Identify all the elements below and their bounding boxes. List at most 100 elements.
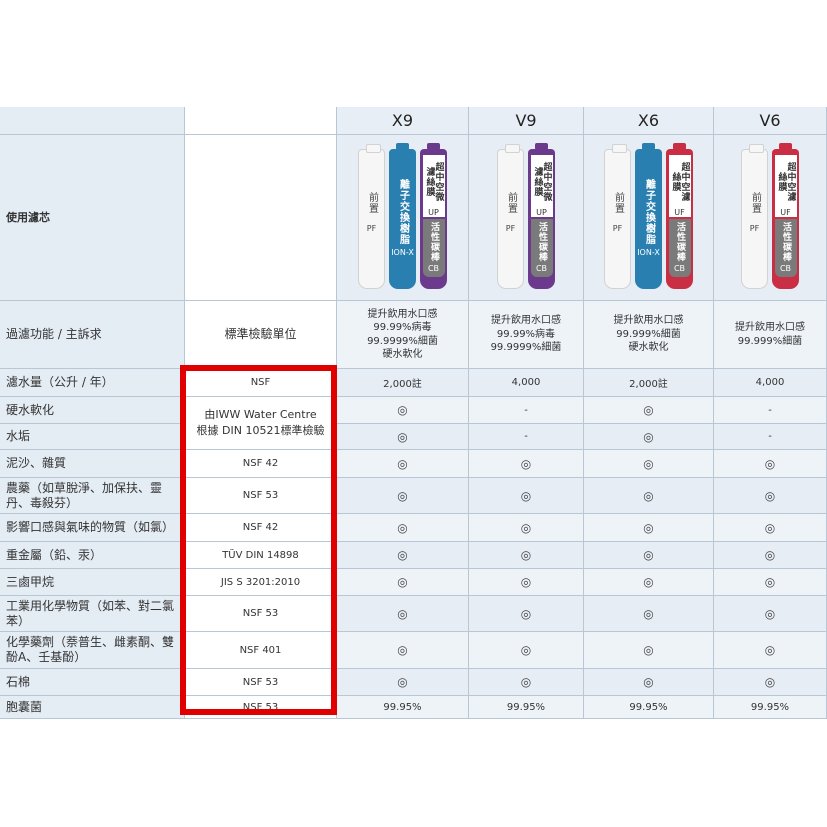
merged-standard-cell: 由IWW Water Centre 根據 DIN 10521標準檢驗 [185, 397, 337, 450]
value-cell-x6: ◎ [584, 596, 714, 632]
prefilter-label: 前置 [749, 192, 761, 214]
header-product-v9: V9 [469, 107, 584, 135]
value-cell-x9: ◎ [337, 478, 469, 514]
standard-cell: NSF 53 [185, 596, 337, 632]
prefilter-cartridge-icon: 前置 PF [358, 144, 385, 289]
value-cell-v6: 4,000 [714, 369, 827, 397]
standard-cell: NSF 53 [185, 478, 337, 514]
up-segment: 超中空微濾絲膜 UP [422, 155, 445, 217]
cb-label: 活性碳棒 [781, 222, 791, 262]
function-list: 提升飲用水口感 99.99%病毒 99.9999%細菌 [491, 314, 562, 355]
header-product-x9: X9 [337, 107, 469, 135]
cell-value: ◎ [520, 675, 532, 689]
value-cell-x9: 99.95% [337, 696, 469, 719]
row-label: 影響口感與氣味的物質（如氯） [6, 520, 175, 534]
function-line: 提升飲用水口感 [735, 322, 805, 333]
cell-value: ◎ [397, 456, 408, 471]
standard-cell: NSF [185, 369, 337, 397]
value-cell-v9: - [469, 397, 584, 424]
row-label: 三鹵甲烷 [6, 574, 55, 589]
cell-value: ◎ [764, 606, 776, 621]
standard-value: NSF 53 [242, 608, 279, 619]
header-product-x6: X6 [584, 107, 714, 135]
row-label: 重金屬（鉛、汞） [6, 547, 103, 562]
prefilter-label: 前置 [505, 192, 517, 214]
filter-cartridges: 前置 PF 離子交換樹脂 ION-X 超中空微濾絲膜 UP 活性碳棒 CB [337, 135, 468, 300]
function-line: 99.999%細菌 [737, 335, 803, 347]
cell-value: ◎ [764, 456, 776, 471]
cell-value: ◎ [520, 606, 532, 621]
function-line: 提升飲用水口感 [490, 315, 561, 327]
prefilter-cartridge-icon: 前置 PF [604, 144, 631, 289]
row-label: 化學藥劑（萘普生、雌素酮、雙酚A、壬基酚） [6, 635, 175, 664]
product-name: V9 [515, 111, 537, 130]
standard-cell: NSF 401 [185, 632, 337, 669]
value-cell-x6: ◎ [584, 542, 714, 569]
filter-cartridges: 前置 PF 離子交換樹脂 ION-X 超中空濾絲膜 UF 活性碳棒 CB [584, 135, 713, 300]
cb-code: CB [673, 264, 686, 273]
function-row-label-cell: 過濾功能 / 主訴求 [0, 301, 185, 369]
standard-value: TÜV DIN 14898 [222, 549, 299, 561]
cell-value: ◎ [643, 456, 654, 471]
up-cb-cartridge-icon: 超中空微濾絲膜 UP 活性碳棒 CB [420, 143, 447, 289]
cb-label: 活性碳棒 [429, 222, 439, 262]
value-cell-x9: ◎ [337, 669, 469, 696]
row-label: 濾水量（公升 / 年） [6, 375, 114, 389]
value-cell-v6: ◎ [714, 632, 827, 669]
uf-cb-cartridge-icon: 超中空濾絲膜 UF 活性碳棒 CB [666, 143, 693, 289]
row-label-cell: 重金屬（鉛、汞） [0, 542, 185, 569]
cell-value: ◎ [643, 675, 654, 689]
cb-segment: 活性碳棒 CB [422, 219, 445, 277]
function-line: 提升飲用水口感 [613, 315, 684, 327]
cb-segment: 活性碳棒 CB [668, 219, 691, 277]
iww-line: 由IWW Water Centre [204, 408, 317, 422]
function-row-standard-cell: 標準檢驗單位 [185, 301, 337, 369]
up-code: UP [428, 208, 439, 217]
value-cell-v9: ◎ [469, 596, 584, 632]
cell-value: ◎ [643, 548, 654, 562]
product-name: V6 [759, 111, 781, 130]
cb-code: CB [427, 264, 440, 273]
uf-label: 超中空濾絲膜 [776, 161, 796, 202]
function-list: 提升飲用水口感 99.99%病毒 99.9999%細菌 硬水軟化 [367, 308, 438, 362]
row-label: 胞囊菌 [6, 699, 43, 714]
value-cell-v6: ◎ [714, 478, 827, 514]
value-cell-x9: ◎ [337, 424, 469, 450]
filters-cell-x6: 前置 PF 離子交換樹脂 ION-X 超中空濾絲膜 UF 活性碳棒 CB [584, 135, 714, 301]
uf-code: UF [674, 208, 685, 217]
value-cell-x6: ◎ [584, 478, 714, 514]
prefilter-cartridge-icon: 前置 PF [497, 144, 524, 289]
standard-value: NSF 53 [242, 701, 279, 713]
prefilter-code: PF [612, 224, 623, 233]
value-cell-v6: 99.95% [714, 696, 827, 719]
cell-value: 4,000 [511, 377, 541, 388]
row-label-cell: 石棉 [0, 669, 185, 696]
function-line: 99.9999%細菌 [367, 335, 438, 347]
cell-value: ◎ [397, 403, 408, 417]
standard-value: NSF 42 [242, 458, 279, 469]
value-cell-x6: ◎ [584, 514, 714, 542]
cell-value: ◎ [397, 548, 408, 562]
cell-value: ◎ [520, 575, 532, 589]
value-cell-x9: ◎ [337, 514, 469, 542]
value-cell-v9: ◎ [469, 632, 584, 669]
up-segment: 超中空微濾絲膜 UP [530, 155, 553, 217]
cell-value: 99.95% [506, 701, 546, 713]
cell-value: ◎ [643, 403, 654, 417]
standard-cell: NSF 53 [185, 696, 337, 719]
uf-segment: 超中空濾絲膜 UF [774, 155, 797, 217]
function-line: 硬水軟化 [382, 349, 423, 360]
value-cell-x9: ◎ [337, 632, 469, 669]
value-cell-v9: ◎ [469, 542, 584, 569]
function-line: 99.999%細菌 [616, 328, 681, 340]
cell-value: ◎ [764, 575, 776, 589]
cb-label: 活性碳棒 [675, 222, 685, 262]
row-label-cell: 硬水軟化 [0, 397, 185, 424]
value-cell-v9: ◎ [469, 450, 584, 478]
value-cell-v6: ◎ [714, 542, 827, 569]
standard-value: NSF 53 [242, 490, 279, 501]
value-cell-v6: ◎ [714, 450, 827, 478]
cell-value: 99.95% [383, 701, 422, 713]
comparison-table: X9 V9 X6 V6 使用濾芯 前置 PF 離子交換樹脂 ION-X 超中空微濾絲膜 UP 活性碳棒… [0, 107, 827, 719]
cell-value: 99.95% [750, 701, 790, 713]
